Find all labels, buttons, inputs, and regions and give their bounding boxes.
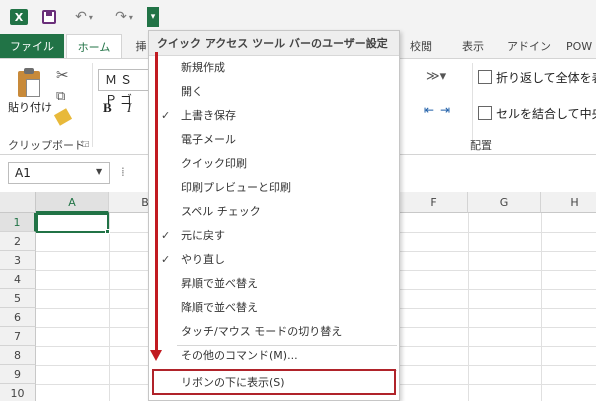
menu-item-label: やり直し xyxy=(181,253,225,266)
menu-item-label: タッチ/マウス モードの切り替え xyxy=(181,325,343,338)
menu-item-label: クイック印刷 xyxy=(181,157,247,170)
column-header[interactable]: A xyxy=(36,192,109,213)
bold-button[interactable]: B xyxy=(103,100,112,116)
undo-button[interactable]: ↶ ▾ xyxy=(70,8,98,26)
copy-icon[interactable]: ⧉ xyxy=(56,89,65,104)
column-header[interactable]: F xyxy=(400,192,468,213)
row-header[interactable]: 5 xyxy=(0,289,36,308)
name-box[interactable]: A1 xyxy=(8,162,110,184)
annotation-arrow-shaft xyxy=(155,52,158,352)
menu-item-more-commands[interactable]: その他のコマンド(M)... xyxy=(149,344,399,368)
column-header[interactable]: G xyxy=(468,192,541,213)
selected-cell-a1[interactable] xyxy=(36,213,109,233)
row-header[interactable]: 8 xyxy=(0,346,36,365)
menu-item-quick-print[interactable]: クイック印刷 xyxy=(149,152,399,176)
excel-logo-icon: X xyxy=(10,9,28,25)
annotation-arrow-head-icon xyxy=(150,350,162,361)
quick-access-toolbar: X ↶ ▾ ↷ ▾ ▾ xyxy=(0,0,596,34)
grid-line xyxy=(109,213,110,401)
italic-button[interactable]: I xyxy=(127,100,131,116)
clipboard-group-label: クリップボード xyxy=(8,139,85,152)
select-all-corner[interactable] xyxy=(0,192,36,213)
wrap-text-button[interactable]: 折り返して全体を表示 xyxy=(478,67,596,87)
redo-dropdown-icon: ▾ xyxy=(128,12,133,22)
menu-item-label: 印刷プレビューと印刷 xyxy=(181,181,291,194)
menu-item-open[interactable]: 開く xyxy=(149,80,399,104)
menu-item-label: 元に戻す xyxy=(181,229,225,242)
alignment-group-label: 配置 xyxy=(470,139,492,152)
menu-item-spelling[interactable]: スペル チェック xyxy=(149,200,399,224)
save-icon xyxy=(42,10,56,24)
wrap-text-icon xyxy=(478,70,492,84)
fill-handle[interactable] xyxy=(105,229,110,234)
checkmark-icon: ✓ xyxy=(161,109,171,122)
formula-bar-grip-icon: ⁞ xyxy=(121,165,125,179)
menu-item-label: その他のコマンド(M)... xyxy=(181,349,298,362)
menu-item-label: 新規作成 xyxy=(181,61,225,74)
customize-qat-button[interactable]: ▾ xyxy=(147,7,159,27)
row-header[interactable]: 3 xyxy=(0,251,36,270)
paste-button[interactable] xyxy=(16,67,42,97)
column-header[interactable]: H xyxy=(541,192,596,213)
indent-icons[interactable]: ⇤⇥ xyxy=(424,103,456,117)
sheet-icon xyxy=(26,79,40,97)
menu-item-label: 降順で並べ替え xyxy=(181,301,258,314)
dialog-launcher-icon[interactable]: ◲ xyxy=(82,139,90,148)
wrap-text-label: 折り返して全体を表示 xyxy=(496,70,596,85)
tab-file[interactable]: ファイル xyxy=(0,34,64,58)
menu-item-undo[interactable]: ✓ 元に戻す xyxy=(149,224,399,248)
cut-icon[interactable]: ✂ xyxy=(56,66,69,84)
menu-item-label: 昇順で並べ替え xyxy=(181,277,258,290)
menu-item-label: 電子メール xyxy=(181,133,236,146)
undo-icon: ↶ xyxy=(75,9,87,25)
menu-item-save[interactable]: ✓ 上書き保存 xyxy=(149,104,399,128)
grid-line xyxy=(468,213,469,401)
save-button[interactable] xyxy=(41,8,57,26)
chevron-down-icon: ▾ xyxy=(150,12,156,22)
menu-item-new[interactable]: 新規作成 xyxy=(149,56,399,80)
tab-review[interactable]: 校閲 xyxy=(400,34,442,58)
menu-item-label: 上書き保存 xyxy=(181,109,236,122)
grid-line xyxy=(541,213,542,401)
row-header[interactable]: 4 xyxy=(0,270,36,289)
menu-item-label: 開く xyxy=(181,85,203,98)
menu-item-touch-mode[interactable]: タッチ/マウス モードの切り替え xyxy=(149,320,399,344)
undo-dropdown-icon: ▾ xyxy=(88,12,93,22)
merge-icon xyxy=(478,106,492,120)
format-painter-icon[interactable] xyxy=(53,108,73,126)
row-header[interactable]: 1 xyxy=(0,213,36,232)
row-header[interactable]: 7 xyxy=(0,327,36,346)
menu-item-label: スペル チェック xyxy=(181,205,261,218)
row-header[interactable]: 6 xyxy=(0,308,36,327)
tab-power[interactable]: POW xyxy=(566,34,596,58)
checkmark-icon: ✓ xyxy=(161,229,171,242)
menu-header: クイック アクセス ツール バーのユーザー設定 xyxy=(149,31,399,56)
menu-item-email[interactable]: 電子メール xyxy=(149,128,399,152)
checkmark-icon: ✓ xyxy=(161,253,171,266)
orientation-icon[interactable]: ≫▾ xyxy=(426,69,446,84)
customize-qat-menu: クイック アクセス ツール バーのユーザー設定 新規作成 開く ✓ 上書き保存 電… xyxy=(148,30,400,401)
paste-label[interactable]: 貼り付け xyxy=(8,99,52,115)
tab-view[interactable]: 表示 xyxy=(452,34,494,58)
menu-item-redo[interactable]: ✓ やり直し xyxy=(149,248,399,272)
merge-center-button[interactable]: セルを結合して中央揃 xyxy=(478,103,596,123)
font-name-box[interactable]: ＭＳ Ｐゴ xyxy=(98,69,152,107)
row-header[interactable]: 10 xyxy=(0,384,36,401)
merge-center-label: セルを結合して中央揃 xyxy=(496,106,596,121)
menu-item-print-preview[interactable]: 印刷プレビューと印刷 xyxy=(149,176,399,200)
group-separator xyxy=(472,63,473,147)
row-header[interactable]: 2 xyxy=(0,232,36,251)
chevron-down-icon[interactable]: ▼ xyxy=(96,167,102,176)
redo-button[interactable]: ↷ ▾ xyxy=(110,8,138,26)
tab-addins[interactable]: アドイン xyxy=(504,34,554,58)
tab-home[interactable]: ホーム xyxy=(66,34,122,59)
row-header[interactable]: 9 xyxy=(0,365,36,384)
clip-icon xyxy=(24,68,34,74)
menu-item-sort-ascending[interactable]: 昇順で並べ替え xyxy=(149,272,399,296)
redo-icon: ↷ xyxy=(115,9,127,25)
menu-item-sort-descending[interactable]: 降順で並べ替え xyxy=(149,296,399,320)
group-separator xyxy=(92,63,93,147)
annotation-highlight-box xyxy=(152,369,396,395)
